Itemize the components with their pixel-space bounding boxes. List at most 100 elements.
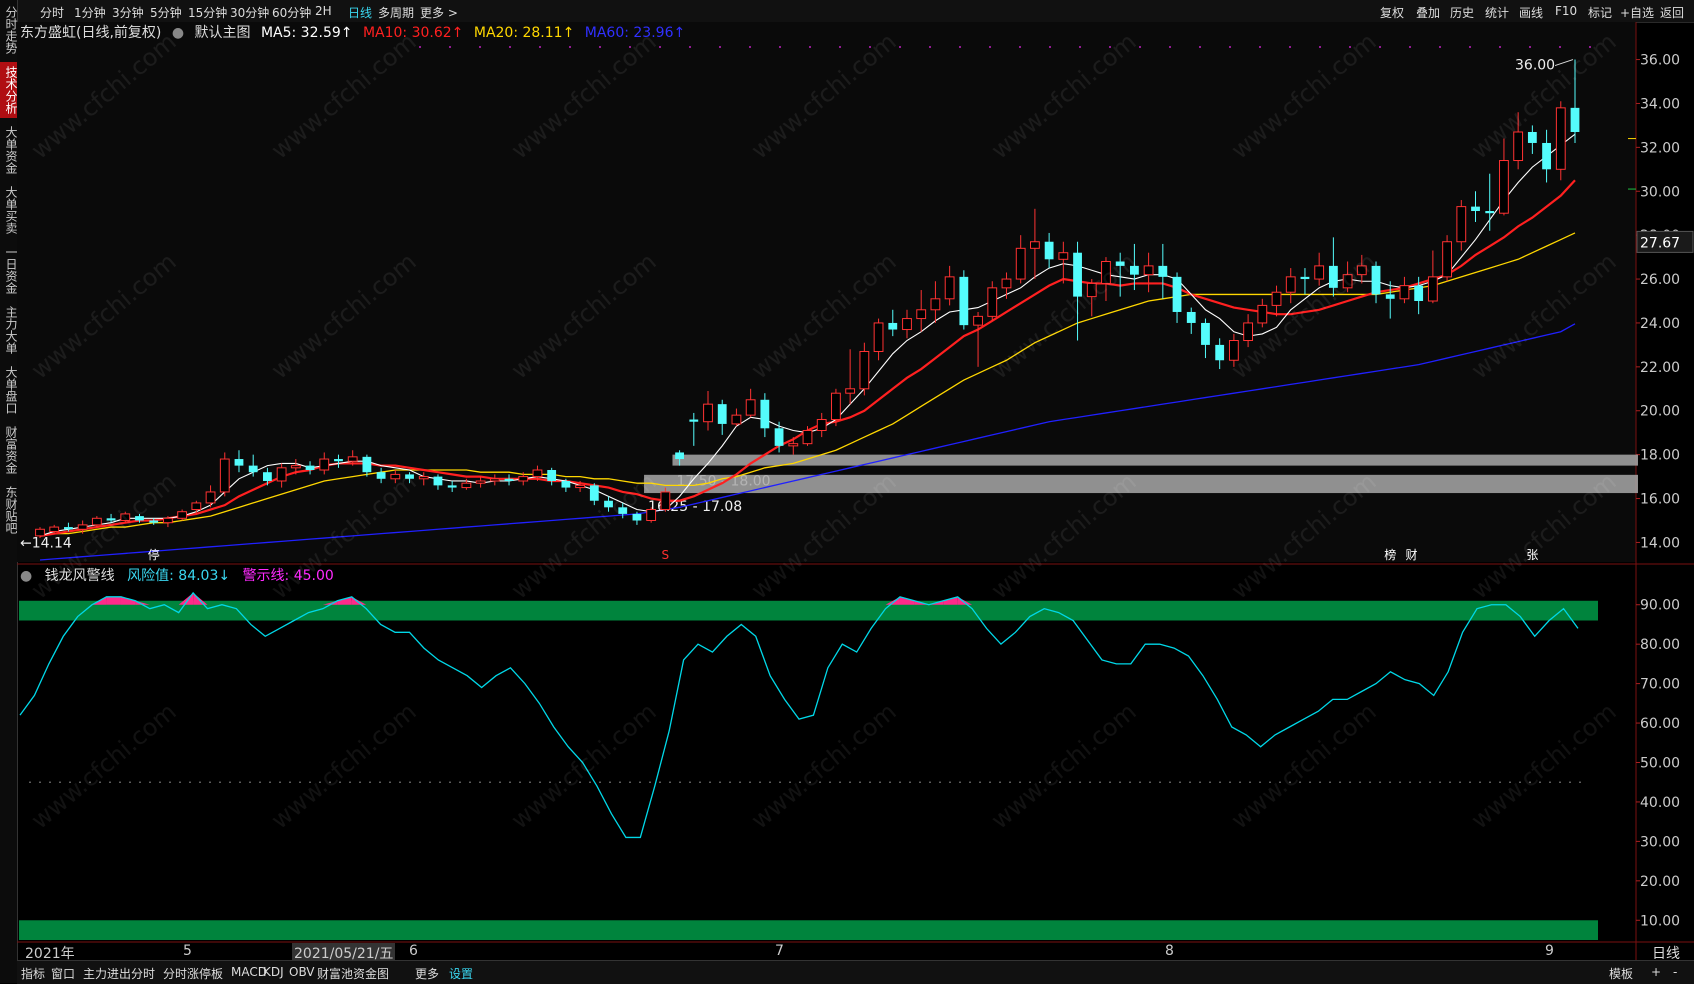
candle-body	[774, 428, 784, 446]
bottom-tab[interactable]: MACD	[231, 965, 267, 979]
guide-dot	[809, 46, 811, 48]
indicator-tick-label: 50.00	[1640, 756, 1680, 772]
warning-dot	[839, 781, 841, 784]
candle-body	[1456, 206, 1467, 243]
bottom-tab[interactable]: 更多	[415, 965, 439, 982]
candle-body	[504, 478, 514, 481]
candle-body	[1485, 211, 1495, 214]
candle-body	[1300, 276, 1310, 280]
warning-dot	[499, 781, 501, 784]
guide-dot	[1019, 46, 1021, 48]
warning-dot	[1079, 781, 1081, 784]
warning-dot	[1139, 781, 1141, 784]
bottom-tab[interactable]: KDJ	[263, 965, 284, 979]
bottom-tab[interactable]: 财富池资金图	[317, 965, 389, 982]
ma5-value: MA5: 32.59↑	[260, 25, 353, 41]
warning-value: 警示线: 45.00	[242, 568, 334, 584]
warning-dot	[199, 781, 201, 784]
warning-dot	[379, 781, 381, 784]
candle-body	[433, 476, 443, 486]
candle-body	[845, 388, 856, 394]
candle-body	[1201, 322, 1210, 345]
bottom-tab[interactable]: 指标	[21, 965, 45, 982]
indicator-name[interactable]: 钱龙风警线	[45, 568, 115, 584]
date-label: 6	[409, 943, 418, 959]
stock-title[interactable]: 东方盛虹(日线,前复权)	[20, 25, 161, 41]
warning-dot	[1089, 781, 1091, 784]
candle-body	[518, 476, 529, 482]
candle-body	[1427, 276, 1438, 302]
candle-body	[475, 480, 486, 484]
high-annotation: 36.00	[1515, 58, 1555, 74]
bottom-tab[interactable]: 窗口	[51, 965, 75, 982]
warning-dot	[1219, 781, 1221, 784]
candle-body	[376, 472, 386, 479]
warning-dot	[1229, 781, 1231, 784]
warning-dot	[889, 781, 891, 784]
warning-dot	[1459, 781, 1461, 784]
event-marker: 财	[1406, 548, 1418, 562]
warning-dot	[489, 781, 491, 784]
bottom-tab[interactable]: 设置	[449, 965, 473, 982]
chart-canvas: 36.0034.0032.0030.0028.0026.0024.0022.00…	[17, 22, 1694, 960]
candle-body	[1257, 304, 1268, 324]
warning-dot	[619, 781, 621, 784]
bottom-right-tool[interactable]: 模板	[1609, 965, 1633, 982]
candle-body	[717, 404, 727, 424]
guide-dot	[1529, 46, 1531, 48]
event-marker: S	[662, 548, 670, 562]
candle-body	[1030, 241, 1040, 249]
warning-dot	[399, 781, 401, 784]
candle-body	[1186, 311, 1196, 323]
candle-body	[205, 491, 216, 504]
candle-body	[632, 513, 642, 521]
price-tick-label: 16.00	[1640, 492, 1680, 508]
warning-dot	[449, 781, 451, 784]
candle-body	[660, 491, 671, 511]
warning-dot	[1349, 781, 1351, 784]
candle-body	[319, 458, 330, 471]
bottom-right-tool[interactable]: +	[1651, 965, 1661, 979]
guide-dot	[479, 46, 481, 48]
candle-body	[1058, 252, 1069, 260]
indicator-tick-label: 80.00	[1640, 637, 1680, 653]
candle-body	[1314, 265, 1325, 280]
date-label: 8	[1165, 943, 1174, 959]
template-dot-icon[interactable]: ●	[172, 25, 184, 41]
bottom-tab[interactable]: OBV	[289, 965, 315, 979]
indicator-tick-label: 90.00	[1640, 598, 1680, 614]
date-label: 7	[775, 943, 784, 959]
main-chart-header: 东方盛虹(日线,前复权) ● 默认主图 MA5: 32.59↑ MA10: 30…	[20, 22, 691, 42]
candle-body	[788, 443, 799, 447]
warning-dot	[459, 781, 461, 784]
warning-dot	[869, 781, 871, 784]
guide-dot	[839, 46, 841, 48]
warning-dot	[589, 781, 591, 784]
template-name[interactable]: 默认主图	[195, 25, 251, 41]
candle-body	[362, 456, 372, 473]
date-axis: 2021年 5 2021/05/21/五 6 7 8 9	[17, 942, 1651, 963]
period-label[interactable]: 日线	[1652, 943, 1680, 963]
guide-dot	[1409, 46, 1411, 48]
indicator-tick-label: 30.00	[1640, 834, 1680, 850]
candle-body	[347, 456, 358, 462]
warning-dot	[1559, 781, 1561, 784]
watermark: www.cfchi.com	[26, 697, 182, 834]
bottom-tab[interactable]: 主力进出分时	[83, 965, 155, 982]
warning-dot	[1239, 781, 1241, 784]
warning-dot	[759, 781, 761, 784]
candle-body	[64, 527, 73, 530]
date-label: 5	[183, 943, 192, 959]
bottom-right-tool[interactable]: -	[1673, 965, 1677, 979]
warning-dot	[419, 781, 421, 784]
indicator-dot-icon[interactable]: ●	[20, 568, 32, 584]
warning-dot	[1369, 781, 1371, 784]
warning-dot	[29, 781, 31, 784]
price-tick-label: 26.00	[1640, 272, 1680, 288]
watermark: www.cfchi.com	[1226, 697, 1382, 834]
bottom-tab[interactable]: 分时涨停板	[163, 965, 223, 982]
candle-body	[916, 309, 927, 320]
candle-body	[1442, 241, 1452, 278]
warning-dot	[1209, 781, 1211, 784]
risk-value: 风险值: 84.03↓	[127, 568, 231, 584]
